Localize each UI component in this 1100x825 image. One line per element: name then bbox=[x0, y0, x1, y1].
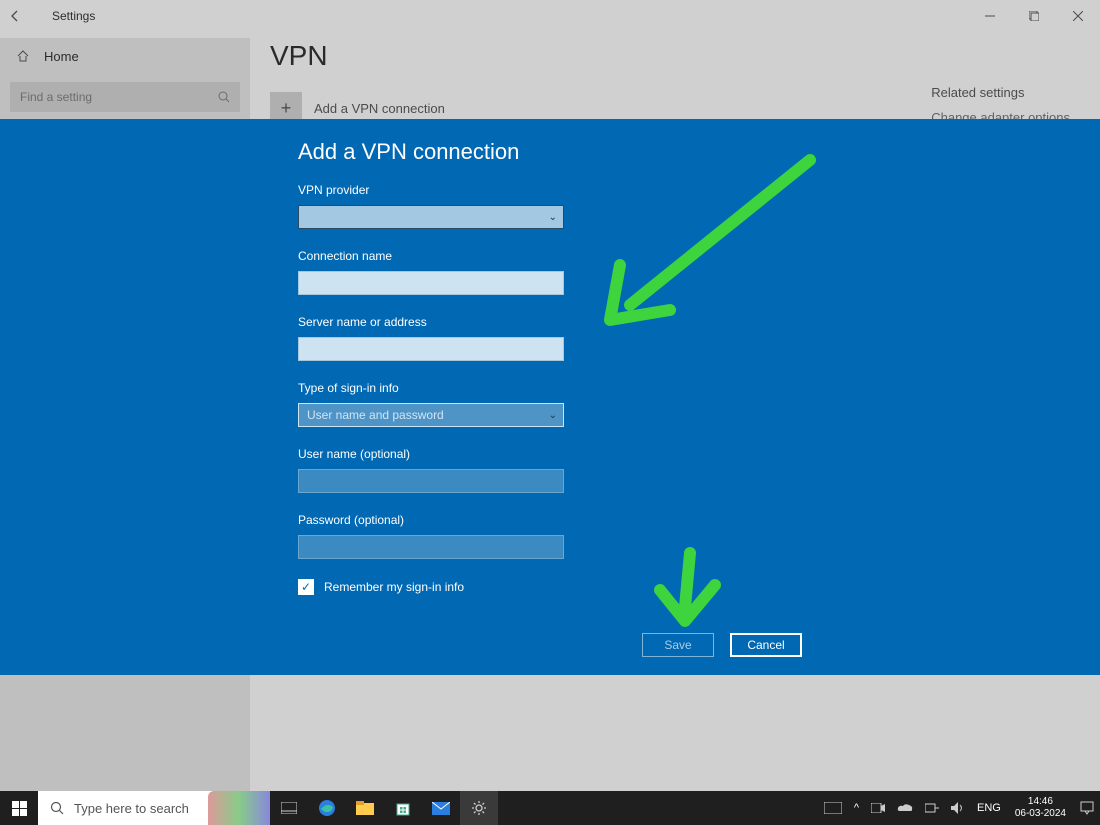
back-button[interactable] bbox=[8, 9, 36, 23]
touch-keyboard-icon[interactable] bbox=[818, 802, 848, 814]
chevron-down-icon: ⌄ bbox=[549, 410, 557, 421]
system-tray: ^ ENG 14:46 06-03-2024 bbox=[818, 796, 1100, 820]
mail-icon[interactable] bbox=[422, 791, 460, 825]
related-heading: Related settings bbox=[931, 85, 1070, 100]
remember-label: Remember my sign-in info bbox=[324, 580, 464, 594]
volume-icon[interactable] bbox=[945, 802, 971, 814]
password-input[interactable] bbox=[298, 535, 564, 559]
onedrive-icon[interactable] bbox=[891, 803, 919, 813]
cancel-button[interactable]: Cancel bbox=[730, 633, 802, 657]
server-address-group: Server name or address bbox=[298, 315, 1100, 361]
file-explorer-icon[interactable] bbox=[346, 791, 384, 825]
search-icon bbox=[218, 91, 230, 103]
server-address-label: Server name or address bbox=[298, 315, 1100, 329]
password-label: Password (optional) bbox=[298, 513, 1100, 527]
taskbar: Type here to search ^ ENG 14:46 06-03-20… bbox=[0, 791, 1100, 825]
store-icon[interactable] bbox=[384, 791, 422, 825]
tray-chevron-icon[interactable]: ^ bbox=[848, 802, 865, 814]
minimize-button[interactable] bbox=[968, 0, 1012, 32]
network-icon[interactable] bbox=[919, 802, 945, 814]
settings-search[interactable]: Find a setting bbox=[10, 82, 240, 112]
vpn-provider-dropdown[interactable]: ⌄ bbox=[298, 205, 564, 229]
connection-name-group: Connection name bbox=[298, 249, 1100, 295]
home-label: Home bbox=[44, 49, 79, 64]
time-text: 14:46 bbox=[1015, 796, 1066, 808]
username-group: User name (optional) bbox=[298, 447, 1100, 493]
date-text: 06-03-2024 bbox=[1015, 808, 1066, 820]
username-label: User name (optional) bbox=[298, 447, 1100, 461]
password-group: Password (optional) bbox=[298, 513, 1100, 559]
maximize-button[interactable] bbox=[1012, 0, 1056, 32]
home-icon bbox=[16, 49, 30, 63]
search-icon bbox=[50, 801, 64, 815]
vpn-provider-label: VPN provider bbox=[298, 183, 1100, 197]
connection-name-label: Connection name bbox=[298, 249, 1100, 263]
signin-type-dropdown[interactable]: User name and password ⌄ bbox=[298, 403, 564, 427]
action-center-icon[interactable] bbox=[1074, 801, 1100, 815]
connection-name-input[interactable] bbox=[298, 271, 564, 295]
checkbox-checked-icon: ✓ bbox=[298, 579, 314, 595]
remember-checkbox-row[interactable]: ✓ Remember my sign-in info bbox=[298, 579, 1100, 595]
chevron-down-icon: ⌄ bbox=[549, 212, 557, 223]
edge-icon[interactable] bbox=[308, 791, 346, 825]
vpn-provider-group: VPN provider ⌄ bbox=[298, 183, 1100, 229]
add-vpn-label: Add a VPN connection bbox=[314, 101, 445, 116]
modal-buttons: Save Cancel bbox=[642, 633, 802, 657]
task-view-icon[interactable] bbox=[270, 791, 308, 825]
save-button[interactable]: Save bbox=[642, 633, 714, 657]
home-nav-item[interactable]: Home bbox=[0, 38, 250, 74]
taskbar-pinned-apps bbox=[270, 791, 498, 825]
taskbar-search[interactable]: Type here to search bbox=[38, 791, 270, 825]
start-button[interactable] bbox=[0, 791, 38, 825]
settings-taskbar-icon[interactable] bbox=[460, 791, 498, 825]
taskbar-search-placeholder: Type here to search bbox=[74, 801, 189, 816]
windows-logo-icon bbox=[12, 801, 27, 816]
modal-title: Add a VPN connection bbox=[298, 139, 1100, 165]
clock[interactable]: 14:46 06-03-2024 bbox=[1007, 796, 1074, 820]
page-heading: VPN bbox=[270, 40, 1100, 72]
username-input[interactable] bbox=[298, 469, 564, 493]
search-decoration bbox=[208, 791, 270, 825]
language-indicator[interactable]: ENG bbox=[971, 802, 1007, 814]
titlebar: Settings bbox=[0, 0, 1100, 32]
window-controls bbox=[968, 0, 1100, 32]
window-title: Settings bbox=[52, 9, 95, 23]
signin-type-group: Type of sign-in info User name and passw… bbox=[298, 381, 1100, 427]
search-placeholder: Find a setting bbox=[20, 90, 92, 104]
meet-now-icon[interactable] bbox=[865, 803, 891, 813]
add-vpn-modal: Add a VPN connection VPN provider ⌄ Conn… bbox=[0, 119, 1100, 675]
server-address-input[interactable] bbox=[298, 337, 564, 361]
signin-type-label: Type of sign-in info bbox=[298, 381, 1100, 395]
close-button[interactable] bbox=[1056, 0, 1100, 32]
